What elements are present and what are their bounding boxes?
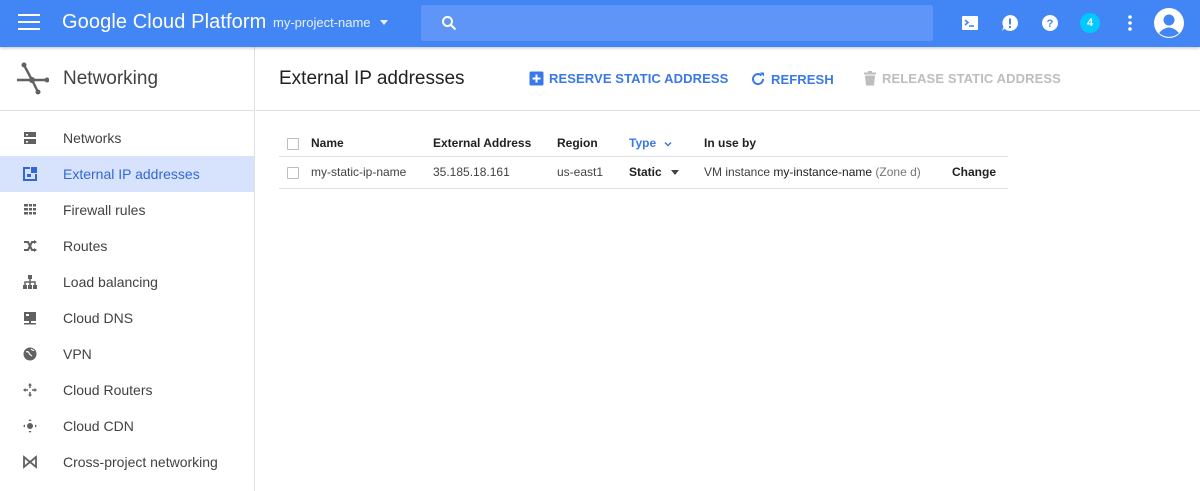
ip-name-cell: my-static-ip-name [311, 156, 433, 189]
notifications-icon[interactable] [999, 12, 1021, 34]
menu-icon[interactable] [18, 14, 40, 32]
cross-project-icon [23, 455, 37, 469]
networking-icon [17, 62, 49, 95]
type-value: Static [629, 165, 662, 179]
cloud-shell-icon[interactable] [959, 12, 981, 34]
reserve-static-address-button[interactable]: RESERVE STATIC ADDRESS [529, 71, 728, 86]
table-header-row: Name External Address Region Type In use… [279, 130, 1008, 157]
sidebar-item-firewall-rules[interactable]: Firewall rules [0, 192, 254, 228]
sidebar-item-cross-project-networking[interactable]: Cross-project networking [0, 444, 254, 480]
sidebar-item-label: Cloud CDN [63, 418, 134, 434]
sidebar-item-label: Cloud Routers [63, 382, 153, 398]
project-name: my-project-name [273, 15, 371, 30]
svg-text:?: ? [1047, 18, 1054, 30]
instance-zone: (Zone d) [875, 165, 921, 179]
search-icon [442, 16, 457, 31]
sidebar-item-load-balancing[interactable]: Load balancing [0, 264, 254, 300]
routes-icon [24, 240, 37, 252]
external-address-cell: 35.185.18.161 [433, 156, 557, 189]
networks-icon [24, 132, 36, 144]
external-ip-icon [23, 167, 37, 181]
sidebar-nav: Networks External IP addresses Firewall … [0, 120, 254, 480]
sidebar-item-cloud-routers[interactable]: Cloud Routers [0, 372, 254, 408]
release-static-address-button[interactable]: RELEASE STATIC ADDRESS [863, 71, 1061, 86]
column-header-in-use-by[interactable]: In use by [704, 130, 952, 157]
row-select-cell [279, 156, 311, 189]
sidebar-item-label: Load balancing [63, 274, 158, 290]
column-header-name[interactable]: Name [311, 130, 433, 157]
dropdown-arrow-icon [670, 170, 679, 176]
region-cell: us-east1 [557, 156, 629, 189]
sidebar-item-cloud-dns[interactable]: Cloud DNS [0, 300, 254, 336]
sidebar-item-label: Cloud DNS [63, 310, 134, 326]
sidebar-item-label: Routes [63, 238, 108, 254]
ip-address-table: Name External Address Region Type In use… [279, 130, 1008, 189]
refresh-icon [752, 72, 765, 86]
page-header: External IP addresses RESERVE STATIC ADD… [256, 47, 1200, 111]
reserve-label: RESERVE STATIC ADDRESS [549, 71, 729, 86]
sidebar: Networking Networks External IP addresse… [0, 47, 255, 491]
sidebar-item-networks[interactable]: Networks [0, 120, 254, 156]
more-vert-icon[interactable] [1119, 12, 1141, 34]
cloud-dns-icon [24, 312, 36, 325]
column-header-type[interactable]: Type [629, 130, 704, 157]
search-input[interactable] [421, 5, 933, 41]
table-row: my-static-ip-name 35.185.18.161 us-east1… [279, 156, 1008, 189]
product-logo[interactable]: Google Cloud Platform [62, 11, 266, 34]
change-button[interactable]: Change [952, 165, 996, 179]
in-use-by-cell: VM instance my-instance-name (Zone d) [704, 156, 952, 189]
sidebar-item-external-ip-addresses[interactable]: External IP addresses [0, 156, 254, 192]
project-selector[interactable]: my-project-name [273, 15, 388, 30]
help-icon[interactable]: ? [1039, 12, 1061, 34]
chevron-down-icon [379, 20, 388, 25]
refresh-label: REFRESH [771, 71, 834, 87]
sidebar-header: Networking [0, 47, 254, 111]
main-content: External IP addresses RESERVE STATIC ADD… [256, 47, 1200, 491]
column-header-action [952, 130, 1008, 157]
notification-count-badge[interactable]: 4 [1080, 13, 1100, 33]
top-app-bar: Google Cloud Platform my-project-name ? … [0, 0, 1200, 47]
vpn-icon [23, 347, 37, 361]
account-avatar-icon[interactable] [1154, 8, 1184, 38]
column-header-region[interactable]: Region [557, 130, 629, 157]
type-dropdown[interactable]: Static [629, 156, 704, 189]
firewall-icon [24, 204, 36, 215]
delete-icon [864, 71, 876, 86]
sidebar-item-routes[interactable]: Routes [0, 228, 254, 264]
select-all-cell [279, 130, 311, 157]
cloud-routers-icon [23, 383, 37, 397]
add-box-icon [529, 71, 544, 86]
sidebar-item-label: VPN [63, 346, 92, 362]
cloud-cdn-icon [23, 419, 37, 433]
sidebar-title: Networking [63, 68, 159, 89]
load-balancing-icon [23, 275, 37, 289]
sidebar-item-label: External IP addresses [63, 166, 200, 182]
page-title: External IP addresses [279, 68, 465, 89]
sort-arrow-icon [664, 141, 672, 147]
release-label: RELEASE STATIC ADDRESS [882, 71, 1061, 86]
in-use-prefix: VM instance [704, 165, 771, 179]
sidebar-item-label: Cross-project networking [63, 454, 218, 470]
sidebar-item-label: Firewall rules [63, 202, 146, 218]
row-checkbox[interactable] [287, 166, 299, 179]
column-header-external-address[interactable]: External Address [433, 130, 557, 157]
sidebar-item-cloud-cdn[interactable]: Cloud CDN [0, 408, 254, 444]
select-all-checkbox[interactable] [287, 137, 299, 150]
column-header-type-label: Type [629, 135, 657, 150]
instance-name: my-instance-name [773, 165, 873, 179]
sidebar-item-vpn[interactable]: VPN [0, 336, 254, 372]
sidebar-item-label: Networks [63, 130, 122, 146]
refresh-button[interactable]: REFRESH [750, 71, 834, 87]
